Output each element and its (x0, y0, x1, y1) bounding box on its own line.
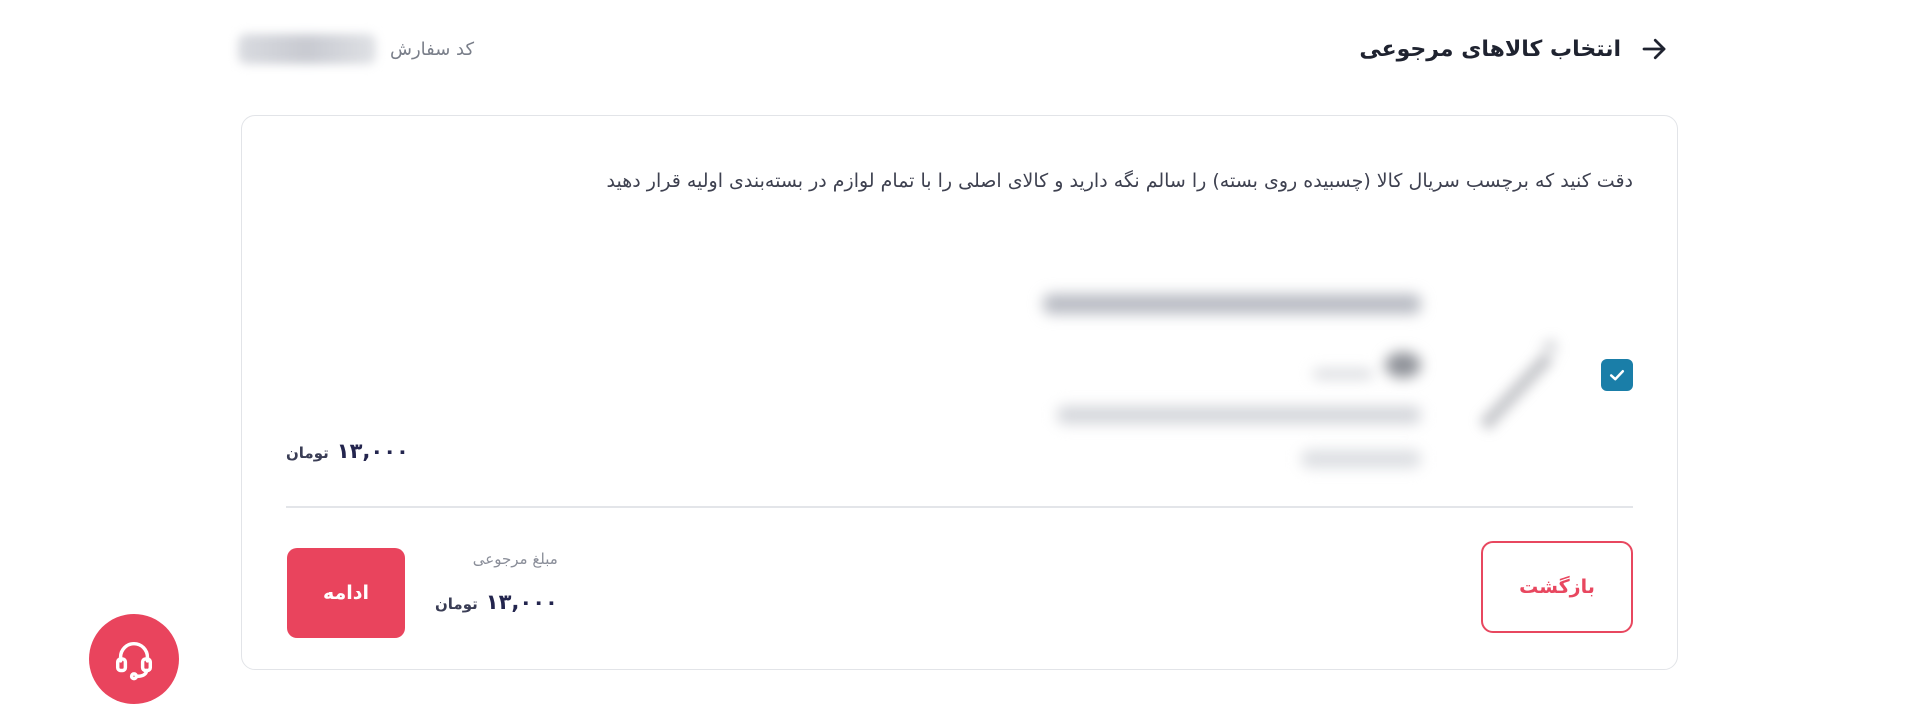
color-name-redacted (1313, 370, 1373, 378)
product-title-redacted (1043, 294, 1421, 314)
seller-info-redacted (1057, 406, 1421, 424)
color-swatch-redacted (1385, 352, 1421, 378)
refund-summary: مبلغ مرجوعی ۱۳,۰۰۰ تومان (435, 550, 558, 614)
continue-button[interactable]: ادامه (287, 548, 405, 638)
refund-amount: ۱۳,۰۰۰ تومان (435, 590, 558, 614)
arrow-right-icon[interactable] (1639, 34, 1669, 64)
support-button[interactable] (89, 614, 179, 704)
refund-label: مبلغ مرجوعی (472, 550, 558, 568)
item-price-currency: تومان (286, 444, 329, 462)
item-price-amount: ۱۳,۰۰۰ (336, 439, 409, 463)
notice-text: دقت کنید که برچسب سریال کالا (چسبیده روی… (606, 170, 1633, 192)
refund-amount-currency: تومان (435, 595, 478, 613)
divider (286, 506, 1633, 508)
order-code: کد سفارش (238, 34, 474, 64)
page-title: انتخاب کالاهای مرجوعی (1359, 36, 1621, 62)
headset-icon (115, 641, 153, 681)
return-items-page: انتخاب کالاهای مرجوعی کد سفارش دقت کنید … (0, 0, 1920, 722)
product-image-redacted (1479, 338, 1559, 431)
refund-amount-value: ۱۳,۰۰۰ (485, 590, 558, 614)
order-code-value-redacted (238, 34, 376, 64)
check-icon (1609, 370, 1625, 381)
item-price: ۱۳,۰۰۰ تومان (286, 439, 409, 463)
return-items-card: دقت کنید که برچسب سریال کالا (چسبیده روی… (241, 115, 1678, 670)
item-select-checkbox[interactable] (1601, 359, 1633, 391)
order-code-label: کد سفارش (390, 38, 475, 60)
guarantee-info-redacted (1301, 450, 1421, 468)
return-button[interactable]: بازگشت (1481, 541, 1633, 633)
page-header: انتخاب کالاهای مرجوعی (1359, 34, 1669, 64)
